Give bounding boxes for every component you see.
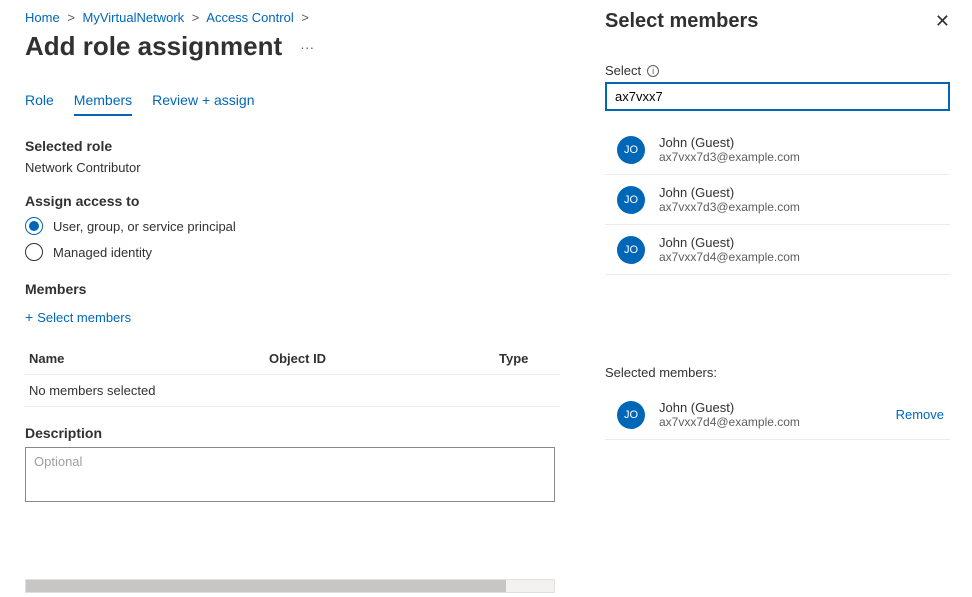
breadcrumb-vnet[interactable]: MyVirtualNetwork — [83, 10, 185, 25]
col-name: Name — [29, 351, 269, 366]
chevron-right-icon: > — [192, 10, 200, 25]
radio-managed-identity-label: Managed identity — [53, 245, 152, 260]
search-input[interactable] — [605, 82, 950, 111]
selected-name: John (Guest) — [659, 400, 800, 415]
col-object-id: Object ID — [269, 351, 499, 366]
select-label-text: Select — [605, 63, 641, 78]
main-content: Home > MyVirtualNetwork > Access Control… — [0, 0, 560, 597]
scrollbar-thumb[interactable] — [26, 580, 506, 592]
members-table-header: Name Object ID Type — [25, 343, 560, 374]
page-title-row: Add role assignment ··· — [25, 31, 560, 62]
avatar: JO — [617, 236, 645, 264]
result-email: ax7vxx7d3@example.com — [659, 150, 800, 164]
selected-member-row: JO John (Guest)ax7vxx7d4@example.com Remov… — [605, 390, 950, 440]
selected-members-label: Selected members: — [605, 365, 950, 380]
plus-icon: + — [25, 309, 33, 325]
tab-review-assign[interactable]: Review + assign — [152, 92, 254, 116]
panel-header: Select members ✕ — [605, 10, 950, 33]
select-members-link[interactable]: + Select members — [25, 309, 131, 325]
selected-text: John (Guest)ax7vxx7d4@example.com — [659, 400, 800, 429]
radio-user-group-label: User, group, or service principal — [53, 219, 236, 234]
result-name: John (Guest) — [659, 235, 800, 250]
result-text: John (Guest)ax7vxx7d3@example.com — [659, 185, 800, 214]
search-result[interactable]: JO John (Guest)ax7vxx7d3@example.com — [605, 125, 950, 175]
col-type: Type — [499, 351, 556, 366]
select-members-panel: Select members ✕ Select i JO John (Guest)… — [582, 0, 972, 597]
description-input[interactable]: Optional — [25, 447, 555, 502]
breadcrumb-home[interactable]: Home — [25, 10, 60, 25]
result-name: John (Guest) — [659, 135, 800, 150]
result-text: John (Guest)ax7vxx7d4@example.com — [659, 235, 800, 264]
result-text: John (Guest)ax7vxx7d3@example.com — [659, 135, 800, 164]
radio-selected-icon — [25, 217, 43, 235]
result-email: ax7vxx7d4@example.com — [659, 250, 800, 264]
panel-title: Select members — [605, 10, 758, 33]
tabs: Role Members Review + assign — [25, 92, 560, 116]
avatar: JO — [617, 186, 645, 214]
info-icon[interactable]: i — [647, 65, 659, 77]
breadcrumb: Home > MyVirtualNetwork > Access Control… — [25, 10, 560, 25]
radio-managed-identity[interactable]: Managed identity — [25, 243, 560, 261]
search-results: JOJohn (Guest)ax7vxx7d3@example.comJOJoh… — [605, 125, 950, 275]
selected-members-list: JO John (Guest)ax7vxx7d4@example.com Remov… — [605, 390, 950, 440]
more-actions-icon[interactable]: ··· — [300, 39, 314, 55]
selected-role-label: Selected role — [25, 138, 560, 154]
result-name: John (Guest) — [659, 185, 800, 200]
radio-unselected-icon — [25, 243, 43, 261]
assign-access-radio-group: User, group, or service principal Manage… — [25, 217, 560, 261]
avatar: JO — [617, 401, 645, 429]
chevron-right-icon: > — [67, 10, 75, 25]
selected-email: ax7vxx7d4@example.com — [659, 415, 800, 429]
result-email: ax7vxx7d3@example.com — [659, 200, 800, 214]
avatar: JO — [617, 136, 645, 164]
assign-access-label: Assign access to — [25, 193, 560, 209]
close-icon[interactable]: ✕ — [935, 11, 950, 32]
tab-role[interactable]: Role — [25, 92, 54, 116]
description-label: Description — [25, 425, 560, 441]
breadcrumb-access-control[interactable]: Access Control — [206, 10, 293, 25]
selected-role-value: Network Contributor — [25, 160, 560, 175]
select-field-label: Select i — [605, 63, 950, 78]
page-title: Add role assignment — [25, 31, 282, 62]
remove-link[interactable]: Remove — [896, 407, 944, 422]
radio-user-group[interactable]: User, group, or service principal — [25, 217, 560, 235]
members-label: Members — [25, 281, 560, 297]
horizontal-scrollbar[interactable] — [25, 579, 555, 593]
search-result[interactable]: JO John (Guest)ax7vxx7d4@example.com — [605, 225, 950, 275]
search-result[interactable]: JO John (Guest)ax7vxx7d3@example.com — [605, 175, 950, 225]
chevron-right-icon: > — [301, 10, 309, 25]
tab-members[interactable]: Members — [74, 92, 132, 116]
select-members-link-text: Select members — [37, 310, 131, 325]
members-empty-row: No members selected — [25, 374, 560, 407]
